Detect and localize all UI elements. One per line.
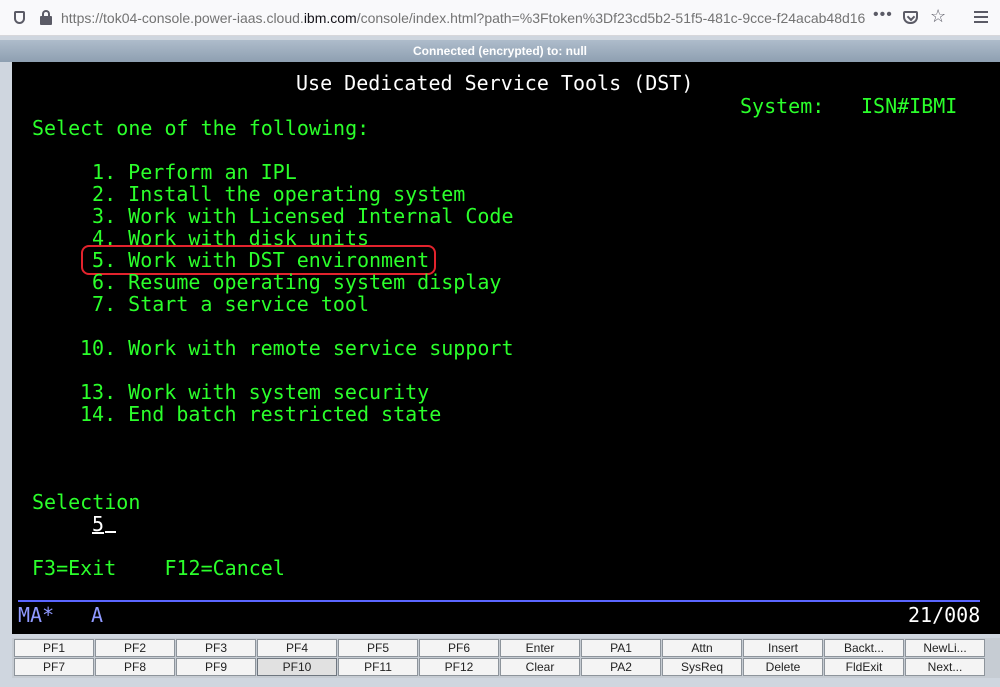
option-number: 1. <box>80 160 117 184</box>
lock-icon[interactable] <box>40 10 52 25</box>
connection-banner: Connected (encrypted) to: null <box>0 40 1000 62</box>
key-pf3[interactable]: PF3 <box>176 639 256 657</box>
option-label: Start a service tool <box>128 292 369 316</box>
key-newline[interactable]: NewLi... <box>905 639 985 657</box>
menu-option-3[interactable]: 3. Work with Licensed Internal Code <box>80 205 513 227</box>
key-pf12[interactable]: PF12 <box>419 658 499 676</box>
key-pf7[interactable]: PF7 <box>14 658 94 676</box>
key-insert[interactable]: Insert <box>743 639 823 657</box>
key-pf9[interactable]: PF9 <box>176 658 256 676</box>
page-title: Use Dedicated Service Tools (DST) <box>296 71 694 95</box>
url-host: ibm.com <box>303 10 357 26</box>
option-label: Work with Licensed Internal Code <box>128 204 514 228</box>
status-divider <box>18 600 980 602</box>
key-pf10[interactable]: PF10 <box>257 658 337 676</box>
key-backtab[interactable]: Backt... <box>824 639 904 657</box>
text-cursor <box>105 531 116 533</box>
option-label: Work with remote service support <box>128 336 514 360</box>
url-suffix: /console/index.html?path=%3Ftoken%3Df23c… <box>356 10 866 26</box>
key-attn[interactable]: Attn <box>662 639 742 657</box>
pocket-icon[interactable] <box>903 11 918 24</box>
menu-prompt: Select one of the following: <box>32 116 370 140</box>
option-number: 3. <box>80 204 117 228</box>
key-pf11[interactable]: PF11 <box>338 658 418 676</box>
key-pf4[interactable]: PF4 <box>257 639 337 657</box>
shield-icon[interactable] <box>14 11 25 24</box>
option-label: Install the operating system <box>128 182 466 206</box>
menu-option-10[interactable]: 10. Work with remote service support <box>80 337 513 359</box>
option-label: Work with system security <box>128 380 430 404</box>
cursor-position: 21/008 <box>908 603 981 627</box>
url-prefix: https://tok04-console.power-iaas.cloud. <box>61 10 304 26</box>
option-number: 7. <box>80 292 117 316</box>
option-number: 10. <box>80 336 117 360</box>
key-next[interactable]: Next... <box>905 658 985 676</box>
option-number: 13. <box>80 380 117 404</box>
browser-toolbar: https://tok04-console.power-iaas.cloud.i… <box>0 0 1000 36</box>
menu-option-14[interactable]: 14. End batch restricted state <box>80 403 441 425</box>
option-number: 2. <box>80 182 117 206</box>
menu-icon[interactable] <box>974 11 988 23</box>
terminal-screen[interactable]: Use Dedicated Service Tools (DST) System… <box>12 62 1000 634</box>
menu-option-6[interactable]: 6. Resume operating system display <box>80 271 501 293</box>
key-delete[interactable]: Delete <box>743 658 823 676</box>
menu-option-7[interactable]: 7. Start a service tool <box>80 293 369 315</box>
menu-option-1[interactable]: 1. Perform an IPL <box>80 161 297 183</box>
key-enter[interactable]: Enter <box>500 639 580 657</box>
key-clear[interactable]: Clear <box>500 658 580 676</box>
more-icon[interactable]: ••• <box>873 6 893 24</box>
option-label: Resume operating system display <box>128 270 502 294</box>
selection-label: Selection <box>32 490 141 514</box>
option-label: Perform an IPL <box>128 160 297 184</box>
key-pa2[interactable]: PA2 <box>581 658 661 676</box>
option-number: 6. <box>80 270 117 294</box>
menu-option-13[interactable]: 13. Work with system security <box>80 381 429 403</box>
system-value: ISN#IBMI <box>861 94 958 118</box>
url-bar[interactable]: https://tok04-console.power-iaas.cloud.i… <box>61 10 865 26</box>
function-key-legend: F3=Exit F12=Cancel <box>32 556 285 580</box>
option-label: End batch restricted state <box>128 402 442 426</box>
key-pf1[interactable]: PF1 <box>14 639 94 657</box>
key-pf2[interactable]: PF2 <box>95 639 175 657</box>
status-mode: A <box>91 603 104 627</box>
key-sysreq[interactable]: SysReq <box>662 658 742 676</box>
menu-option-2[interactable]: 2. Install the operating system <box>80 183 465 205</box>
keypad: PF1 PF2 PF3 PF4 PF5 PF6 Enter PA1 Attn I… <box>12 638 1000 678</box>
status-indicator: MA* <box>18 603 55 627</box>
key-pa1[interactable]: PA1 <box>581 639 661 657</box>
key-pf6[interactable]: PF6 <box>419 639 499 657</box>
star-icon[interactable]: ☆ <box>930 6 946 27</box>
system-label: System: <box>740 94 825 118</box>
selection-input[interactable]: 5 <box>92 513 104 535</box>
option-number: 14. <box>80 402 117 426</box>
key-pf5[interactable]: PF5 <box>338 639 418 657</box>
key-fldexit[interactable]: FldExit <box>824 658 904 676</box>
key-pf8[interactable]: PF8 <box>95 658 175 676</box>
